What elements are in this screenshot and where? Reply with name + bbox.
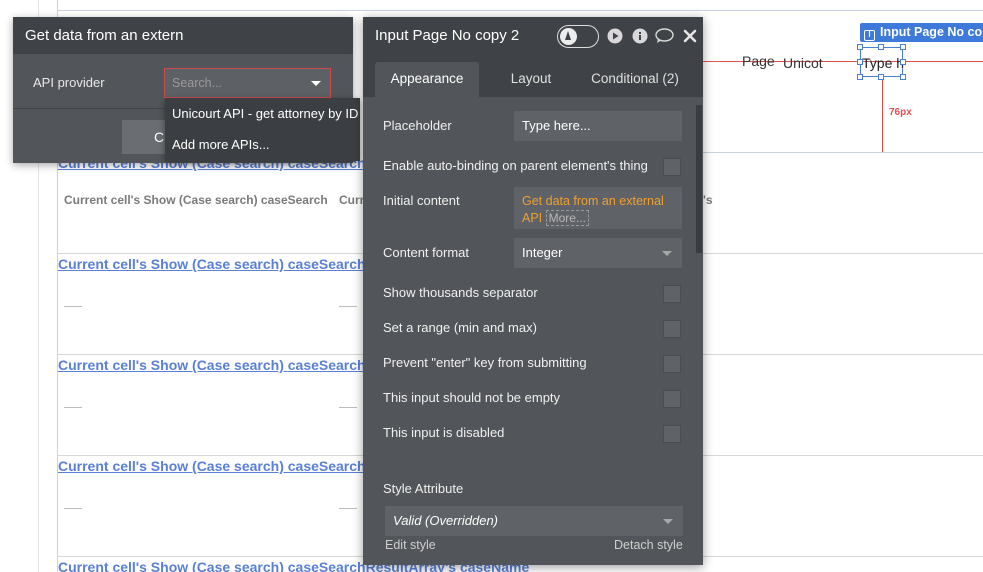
row-cell-placeholder	[339, 306, 357, 307]
input-element-icon: I	[864, 30, 875, 41]
style-select[interactable]: Valid (Overridden)	[385, 506, 683, 536]
auto-binding-label: Enable auto-binding on parent element's …	[383, 158, 648, 173]
info-icon[interactable]	[632, 28, 648, 44]
comment-icon[interactable]	[655, 28, 674, 44]
chevron-down-icon	[663, 519, 673, 524]
editor-header[interactable]: Input Page No copy 2	[363, 17, 703, 55]
api-provider-select[interactable]: Search...	[164, 68, 331, 98]
alignment-guide-vertical	[882, 77, 883, 152]
dropdown-option-add-more[interactable]: Add more APIs...	[165, 129, 360, 160]
content-format-value: Integer	[522, 245, 563, 260]
selected-input-element[interactable]: Type h	[860, 47, 905, 77]
data-source-title: Get data from an extern	[13, 17, 353, 54]
preview-toggle-icon[interactable]	[557, 25, 599, 48]
api-provider-dropdown[interactable]: Unicourt API - get attorney by ID Add mo…	[165, 98, 360, 161]
prevent-enter-label: Prevent "enter" key from submitting	[383, 355, 587, 370]
page-text[interactable]: Page	[742, 53, 775, 69]
placeholder-input[interactable]: Type here...	[514, 111, 682, 141]
api-provider-search[interactable]: Search...	[172, 76, 222, 90]
placeholder-label: Placeholder	[383, 118, 452, 133]
resize-handle-bm[interactable]	[878, 74, 884, 80]
initial-content-expression-text[interactable]: Get data from an external API	[522, 194, 664, 225]
more-button[interactable]: More...	[545, 210, 589, 226]
resize-handle-mr[interactable]	[900, 59, 906, 65]
property-editor[interactable]: Input Page No copy 2 Appearance Layout C…	[363, 17, 703, 565]
tab-appearance[interactable]: Appearance	[375, 62, 479, 97]
detach-style-link[interactable]: Detach style	[614, 538, 683, 552]
input-preview-text: Type h	[862, 55, 905, 71]
auto-binding-checkbox[interactable]	[663, 158, 681, 176]
resize-handle-bl[interactable]	[857, 74, 863, 80]
editor-tabs: Appearance Layout Conditional (2)	[363, 55, 703, 97]
chevron-down-icon	[662, 251, 672, 256]
header-cell-1[interactable]: Current cell's Show (Case search) caseSe…	[64, 193, 327, 207]
api-provider-label: API provider	[33, 75, 105, 90]
unicourt-text[interactable]: Unicot	[783, 55, 823, 71]
selected-element-tag[interactable]: I Input Page No co	[860, 23, 983, 42]
toggle-knob	[560, 28, 577, 45]
chevron-down-icon	[311, 81, 321, 86]
initial-content-label: Initial content	[383, 193, 460, 208]
range-checkbox[interactable]	[663, 320, 681, 338]
row-cell-placeholder	[339, 508, 357, 509]
not-empty-label: This input should not be empty	[383, 390, 561, 405]
style-value: Valid (Overridden)	[393, 513, 499, 528]
content-format-select[interactable]: Integer	[514, 238, 682, 268]
row-cell-placeholder	[64, 508, 82, 509]
selected-element-tag-label: Input Page No co	[880, 25, 983, 39]
editor-scrollbar[interactable]	[696, 105, 702, 253]
tab-conditional[interactable]: Conditional (2)	[583, 62, 687, 97]
resize-handle-br[interactable]	[900, 74, 906, 80]
group-top-border	[57, 10, 983, 11]
initial-content-expression[interactable]: Get data from an external API More...	[514, 187, 682, 229]
thousands-separator-label: Show thousands separator	[383, 285, 538, 300]
header-cell-2[interactable]: Curr	[339, 193, 364, 207]
play-icon[interactable]	[607, 28, 623, 44]
not-empty-checkbox[interactable]	[663, 390, 681, 408]
row-cell-placeholder	[64, 407, 82, 408]
tab-layout[interactable]: Layout	[495, 62, 567, 97]
header-cell-3[interactable]: 's	[703, 193, 713, 207]
group-bottom-border	[700, 152, 983, 153]
resize-handle-ml[interactable]	[857, 59, 863, 65]
row-cell-placeholder	[339, 407, 357, 408]
thousands-separator-checkbox[interactable]	[663, 285, 681, 303]
resize-handle-tm[interactable]	[878, 44, 884, 50]
disabled-checkbox[interactable]	[663, 425, 681, 443]
spacing-label: 76px	[889, 107, 912, 118]
resize-handle-tl[interactable]	[857, 44, 863, 50]
style-attribute-label: Style Attribute	[383, 481, 464, 496]
disabled-label: This input is disabled	[383, 425, 505, 440]
editor-title[interactable]: Input Page No copy 2	[375, 27, 519, 44]
edit-style-link[interactable]: Edit style	[385, 538, 436, 552]
range-label: Set a range (min and max)	[383, 320, 537, 335]
row-cell-placeholder	[64, 306, 82, 307]
content-format-label: Content format	[383, 245, 469, 260]
resize-handle-tr[interactable]	[900, 44, 906, 50]
dropdown-option-unicourt[interactable]: Unicourt API - get attorney by ID	[165, 98, 360, 129]
prevent-enter-checkbox[interactable]	[663, 355, 681, 373]
close-icon[interactable]	[683, 29, 697, 43]
